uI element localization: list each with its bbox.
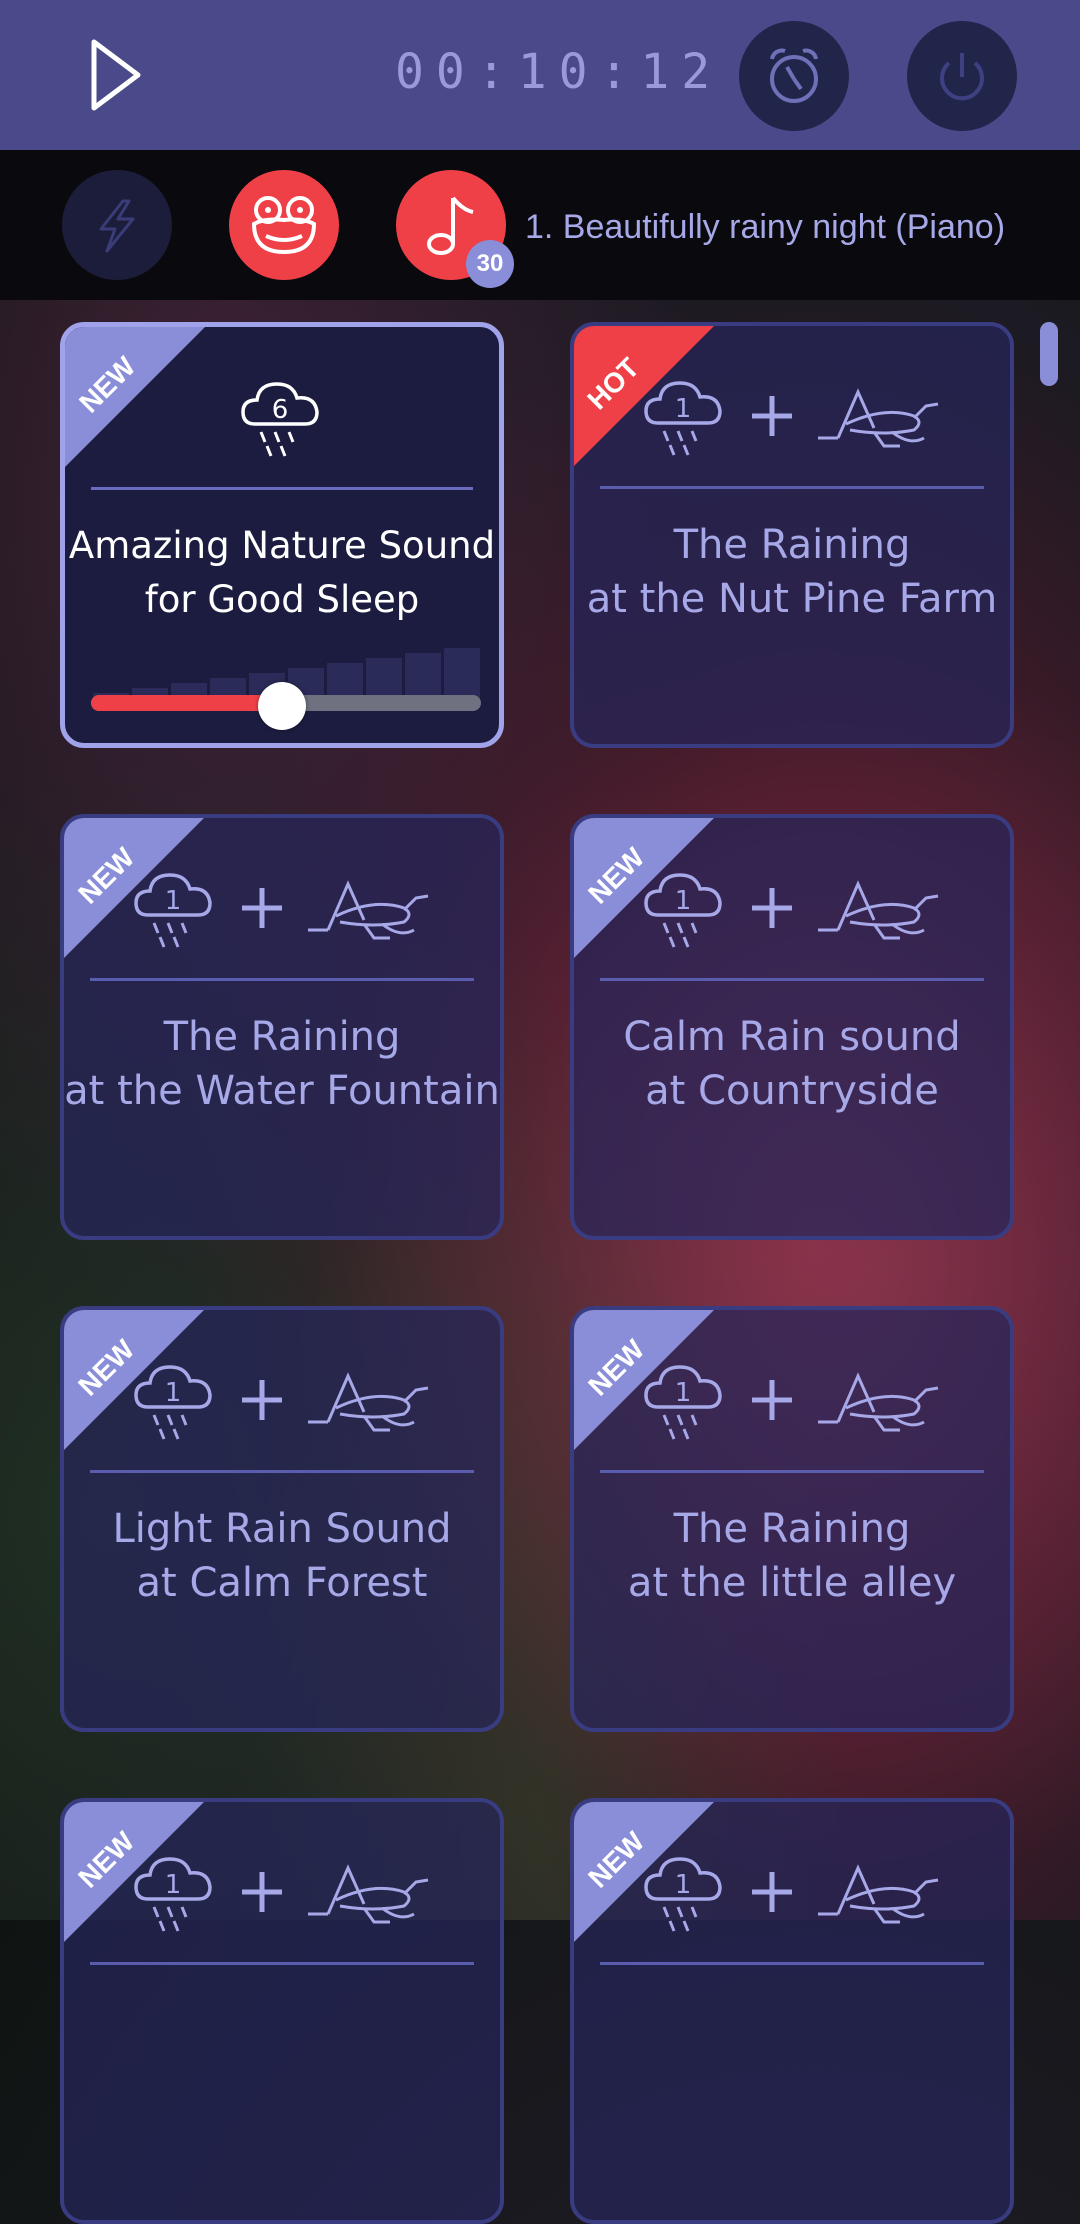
rain-cloud-icon: 1 — [134, 873, 212, 948]
sound-icons: 1 — [574, 1350, 1010, 1450]
card-divider — [90, 978, 474, 981]
plus-icon — [242, 1872, 282, 1912]
sound-icons: 1 — [64, 858, 500, 958]
card-title: Amazing Nature Sound for Good Sleep — [65, 519, 499, 627]
rain-count-label: 1 — [165, 1870, 182, 1900]
card-title-line: at the Nut Pine Farm — [586, 576, 998, 622]
card-title: The Raining at the little alley — [574, 1502, 1010, 1610]
card-divider — [600, 978, 984, 981]
volume-slider-thumb[interactable] — [258, 682, 307, 730]
rain-cloud-icon: 6 — [241, 382, 319, 457]
power-button[interactable] — [907, 21, 1017, 131]
rain-cloud-icon: 1 — [644, 1365, 722, 1440]
card-title-line: at Calm Forest — [136, 1560, 428, 1606]
card-title-line: for Good Sleep — [144, 578, 420, 621]
card-title: Light Rain Sound at Calm Forest — [64, 1502, 500, 1610]
current-track-title[interactable]: 1. Beautifully rainy night (Piano) — [525, 208, 1005, 247]
sound-icons: 1 — [574, 366, 1010, 466]
grasshopper-icon — [308, 1864, 429, 1924]
frog-icon — [251, 196, 317, 255]
rain-cloud-icon: 1 — [644, 1857, 722, 1932]
rain-count-label: 1 — [165, 886, 182, 916]
rain-cloud-icon: 1 — [644, 381, 722, 456]
sound-card[interactable]: NEW 1 The Raining at the little alley — [570, 1306, 1014, 1732]
playlist-count-badge: 30 — [466, 240, 514, 288]
sound-card[interactable]: NEW 1 Light Rain Sound at Calm Forest — [60, 1306, 504, 1732]
sound-icons: 1 — [574, 1842, 1010, 1942]
top-bar: 00:10:12 — [0, 0, 1080, 150]
plus-icon — [752, 888, 792, 928]
alarm-button[interactable] — [739, 21, 849, 131]
card-title-line: Calm Rain sound — [623, 1014, 961, 1060]
card-divider — [90, 1962, 474, 1965]
rain-count-label: 1 — [675, 1870, 692, 1900]
rain-count-label: 1 — [675, 394, 692, 424]
alarm-clock-icon — [770, 48, 818, 103]
power-icon — [940, 53, 984, 101]
rain-count-label: 6 — [272, 395, 289, 425]
flash-button[interactable] — [62, 170, 172, 280]
sound-card[interactable]: NEW 1 The Raining at the Water Fountain — [60, 814, 504, 1240]
sound-card[interactable]: NEW 6 Amazing Nature Sound for Good Slee… — [60, 322, 504, 748]
card-title-line: The Raining — [673, 1506, 911, 1552]
card-title-line: The Raining — [673, 522, 911, 568]
sound-icons: 1 — [574, 858, 1010, 958]
card-title-line: Light Rain Sound — [112, 1506, 452, 1552]
card-title-line: at the Water Fountain — [64, 1068, 500, 1114]
sound-card[interactable]: NEW 1 — [570, 1798, 1014, 2224]
volume-slider-fill — [91, 695, 283, 711]
sound-icons: 1 — [64, 1842, 500, 1942]
sound-card[interactable]: HOT 1 The Raining at the Nut Pine Farm — [570, 322, 1014, 748]
grasshopper-icon — [818, 1372, 939, 1432]
rain-cloud-icon: 1 — [134, 1365, 212, 1440]
grasshopper-icon — [818, 880, 939, 940]
rain-count-label: 1 — [675, 1378, 692, 1408]
card-divider — [600, 486, 984, 489]
card-title-line: at the little alley — [627, 1560, 957, 1606]
card-title-line: at Countryside — [645, 1068, 939, 1114]
rain-cloud-icon: 1 — [644, 873, 722, 948]
sound-card[interactable]: NEW 1 Calm Rain sound at Countryside — [570, 814, 1014, 1240]
card-title: Calm Rain sound at Countryside — [574, 1010, 1010, 1118]
grasshopper-icon — [308, 880, 429, 940]
grasshopper-icon — [308, 1372, 429, 1432]
sleep-timer: 00:10:12 — [395, 44, 723, 100]
lightning-icon — [99, 199, 135, 253]
rain-count-label: 1 — [165, 1378, 182, 1408]
rain-cloud-icon: 1 — [134, 1857, 212, 1932]
grasshopper-icon — [818, 388, 939, 448]
card-divider — [90, 1470, 474, 1473]
sound-card[interactable]: NEW 1 — [60, 1798, 504, 2224]
card-title-line: The Raining — [163, 1014, 401, 1060]
sound-icons: 6 — [65, 367, 499, 467]
grasshopper-icon — [818, 1864, 939, 1924]
card-divider — [600, 1962, 984, 1965]
rain-count-label: 1 — [675, 886, 692, 916]
card-title: The Raining at the Nut Pine Farm — [574, 518, 1010, 626]
sound-icons: 1 — [64, 1350, 500, 1450]
plus-icon — [242, 1380, 282, 1420]
card-title-line: Amazing Nature Sound — [68, 524, 496, 567]
play-button[interactable] — [80, 30, 170, 120]
card-divider — [91, 487, 473, 490]
frog-button[interactable] — [229, 170, 339, 280]
plus-icon — [752, 396, 792, 436]
scrollbar[interactable] — [1040, 322, 1058, 386]
plus-icon — [242, 888, 282, 928]
play-icon — [91, 39, 141, 111]
card-divider — [600, 1470, 984, 1473]
plus-icon — [752, 1872, 792, 1912]
plus-icon — [752, 1380, 792, 1420]
card-title: The Raining at the Water Fountain — [64, 1010, 500, 1118]
